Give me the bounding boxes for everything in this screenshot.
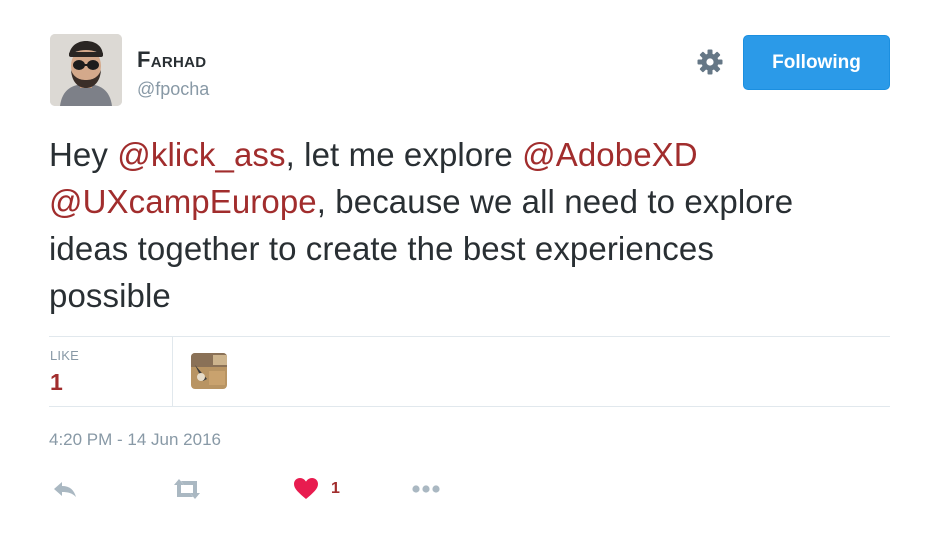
display-name[interactable]: Farhad [137, 47, 206, 73]
reply-icon[interactable] [50, 474, 80, 504]
likes-label: LIKE [50, 348, 79, 363]
user-avatar-image [50, 34, 122, 106]
likes-count[interactable]: 1 [50, 369, 63, 396]
mention-link[interactable]: @AdobeXD [522, 136, 698, 173]
heart-icon[interactable] [292, 474, 320, 504]
divider [172, 337, 173, 406]
more-dots-icon[interactable] [409, 474, 443, 504]
divider [49, 406, 890, 407]
liker-avatar[interactable] [191, 353, 227, 389]
like-action-count[interactable]: 1 [331, 480, 340, 498]
mention-link[interactable]: @UXcampEurope [49, 183, 317, 220]
mention-link[interactable]: @klick_ass [117, 136, 285, 173]
following-button[interactable]: Following [743, 35, 890, 90]
user-avatar[interactable] [50, 34, 122, 106]
gear-icon[interactable] [696, 48, 724, 76]
retweet-icon[interactable] [170, 474, 204, 504]
tweet-text-segment: , let me explore [285, 136, 523, 173]
tweet-text-segment: Hey [49, 136, 118, 173]
tweet-text: Hey @klick_ass, let me explore @AdobeXD … [49, 131, 809, 319]
user-handle[interactable]: @fpocha [137, 78, 209, 100]
divider [49, 336, 890, 337]
tweet-timestamp[interactable]: 4:20 PM - 14 Jun 2016 [49, 430, 221, 450]
